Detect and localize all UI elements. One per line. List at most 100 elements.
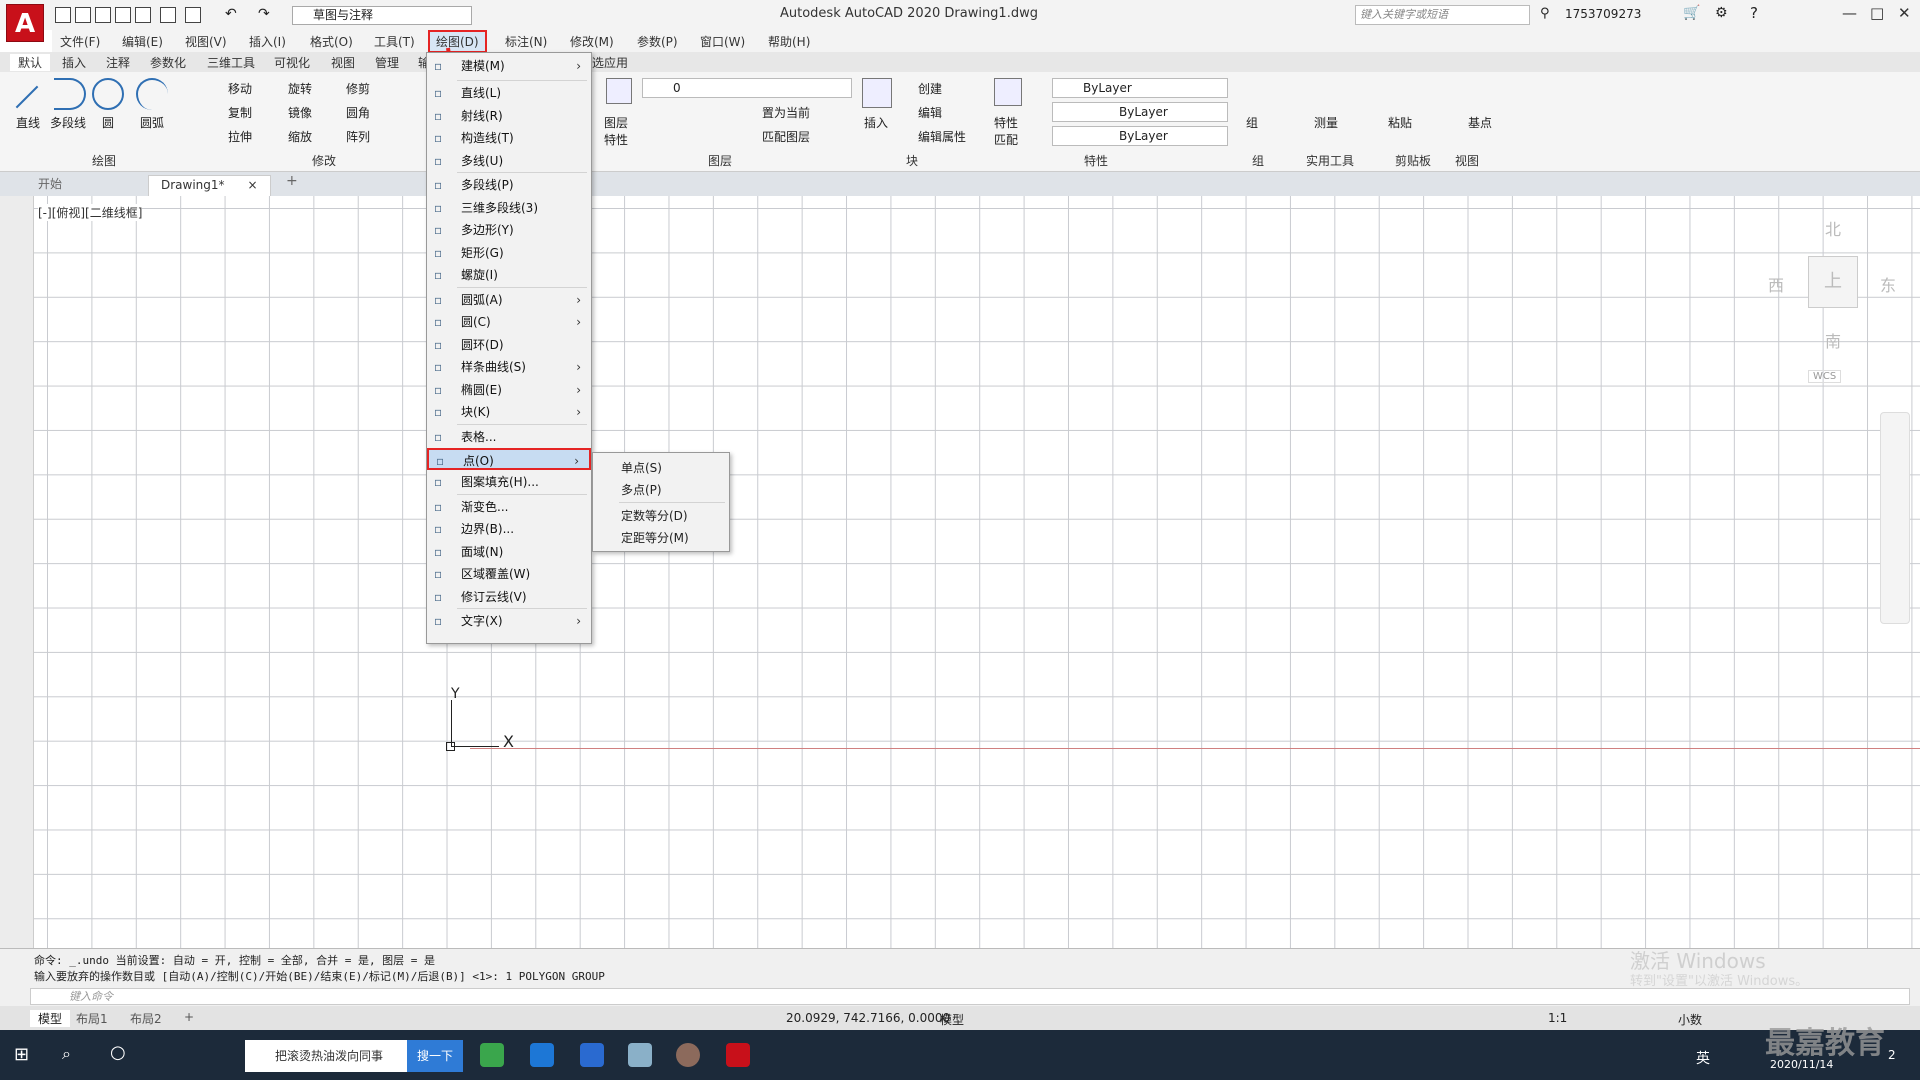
draw-menu-item-10[interactable]: ▫ 圆弧(A) › [427,289,591,311]
close-tab-icon[interactable]: × [247,178,257,192]
draw-menu-item-14[interactable]: ▫ 椭圆(E) › [427,379,591,401]
menu-help[interactable]: 帮助(H) [768,33,810,50]
modify-panel-title[interactable]: 修改 [312,152,336,169]
tab-annotate[interactable]: 注释 [106,54,130,71]
insert-block-label[interactable]: 插入 [864,114,888,131]
draw-menu-item-24[interactable]: ▫ 文字(X) › [427,610,591,632]
circle-icon[interactable] [92,78,124,110]
point-submenu-item-1[interactable]: 多点(P) [593,479,729,501]
viewcube-east[interactable]: 东 [1880,272,1896,296]
draw-menu-item-point[interactable]: ▫ 点(O) › [427,448,591,470]
draw-menu-item-12[interactable]: ▫ 圆环(D) [427,334,591,356]
minimize-icon[interactable]: — [1842,4,1857,22]
group-label[interactable]: 组 [1246,114,1258,131]
navigation-bar[interactable] [1880,412,1910,624]
view-panel-title[interactable]: 视图 [1455,152,1479,169]
open-file-icon[interactable] [75,7,91,23]
menu-window[interactable]: 窗口(W) [700,33,745,50]
maximize-icon[interactable]: □ [1870,4,1884,22]
insert-block-icon[interactable] [862,78,892,108]
draw-menu-item-23[interactable]: ▫ 修订云线(V) [427,586,591,608]
point-submenu-item-3[interactable]: 定距等分(M) [593,527,729,549]
draw-menu-item-5[interactable]: ▫ 多段线(P) [427,174,591,196]
import-icon[interactable] [160,7,176,23]
share-icon[interactable]: ⚙ [1715,5,1728,21]
edit-block-button[interactable]: 编辑 [918,104,942,121]
redo-icon[interactable]: ↷ [258,6,270,22]
units-selector[interactable]: 小数 [1678,1011,1702,1028]
save-icon[interactable] [95,7,111,23]
group-panel-title[interactable]: 组 [1252,152,1264,169]
rotate-button[interactable]: 旋转 [288,80,312,97]
point-submenu-item-0[interactable]: 单点(S) [593,457,729,479]
media-icon[interactable] [676,1043,700,1067]
tab-default[interactable]: 默认 [10,54,51,71]
menu-edit[interactable]: 编辑(E) [122,33,163,50]
draw-menu-item-2[interactable]: ▫ 射线(R) [427,105,591,127]
notepad-icon[interactable] [628,1043,652,1067]
draw-arc-label[interactable]: 圆弧 [140,114,164,131]
linetype-dropdown[interactable]: ByLayer [1052,102,1228,122]
wcs-menu[interactable]: WCS [1808,370,1842,383]
draw-polyline-label[interactable]: 多段线 [50,114,86,131]
basepoint-label[interactable]: 基点 [1468,114,1492,131]
cortana-icon[interactable]: ○ [110,1042,126,1063]
add-layout-button[interactable]: + [184,1010,194,1024]
color-dropdown[interactable]: ByLayer [1052,78,1228,98]
app-360-icon[interactable] [480,1043,504,1067]
draw-line-label[interactable]: 直线 [16,114,40,131]
point-submenu-item-2[interactable]: 定数等分(D) [593,505,729,527]
copy-button[interactable]: 复制 [228,104,252,121]
trim-button[interactable]: 修剪 [346,80,370,97]
clipboard-panel-title[interactable]: 剪贴板 [1395,152,1431,169]
fillet-button[interactable]: 圆角 [346,104,370,121]
scale-button[interactable]: 缩放 [288,128,312,145]
properties-panel-title[interactable]: 特性 [1084,152,1108,169]
block-panel-title[interactable]: 块 [906,152,918,169]
menu-modify[interactable]: 修改(M) [570,33,614,50]
utilities-panel-title[interactable]: 实用工具 [1306,152,1354,169]
draw-menu-item-22[interactable]: ▫ 区域覆盖(W) [427,563,591,585]
taskbar-search-field[interactable]: 把滚烫热油泼向同事 [245,1040,407,1072]
draw-panel-title[interactable]: 绘图 [92,152,116,169]
arc-icon[interactable] [136,78,168,110]
application-menu-button[interactable]: A [6,4,44,42]
draw-menu-item-21[interactable]: ▫ 面域(N) [427,541,591,563]
plot-icon[interactable] [185,7,201,23]
new-file-icon[interactable] [55,7,71,23]
menu-format[interactable]: 格式(O) [310,33,353,50]
match-properties-label[interactable]: 特性匹配 [994,114,1022,148]
writer-icon[interactable] [580,1043,604,1067]
tab-insert[interactable]: 插入 [62,54,86,71]
draw-menu-item-4[interactable]: ▫ 多线(U) [427,150,591,172]
close-icon[interactable]: ✕ [1898,4,1911,22]
command-input[interactable]: 键入命令 [30,988,1910,1005]
search-icon[interactable]: ⌕ [62,1044,71,1064]
user-account[interactable]: 1753709273 [1565,7,1641,21]
move-button[interactable]: 移动 [228,80,252,97]
menu-tools[interactable]: 工具(T) [374,33,415,50]
tab-view[interactable]: 视图 [331,54,355,71]
polyline-icon[interactable] [54,78,86,110]
help-search-input[interactable]: 键入关键字或短语 [1355,5,1530,25]
draw-menu-item-19[interactable]: ▫ 渐变色... [427,496,591,518]
layer-properties-icon[interactable] [606,78,632,104]
tab-start[interactable]: 开始 [38,175,62,192]
tab-layout1[interactable]: 布局1 [76,1010,108,1027]
tab-layout2[interactable]: 布局2 [130,1010,162,1027]
tab-model[interactable]: 模型 [30,1010,71,1027]
viewcube[interactable]: 上 [1808,256,1858,308]
cart-icon[interactable]: 🛒 [1683,5,1700,21]
draw-menu-item-16[interactable]: ▫ 表格... [427,426,591,448]
web-mobile-icon[interactable] [135,7,151,23]
draw-menu-item-6[interactable]: ▫ 三维多段线(3) [427,197,591,219]
stretch-button[interactable]: 拉伸 [228,128,252,145]
menu-file[interactable]: 文件(F) [60,33,100,50]
tab-parametric[interactable]: 参数化 [150,54,186,71]
edit-attributes-button[interactable]: 编辑属性 [918,128,966,145]
undo-icon[interactable]: ↶ [225,6,237,22]
menu-insert[interactable]: 插入(I) [249,33,286,50]
make-current-button[interactable]: 置为当前 [762,104,810,121]
mirror-button[interactable]: 镜像 [288,104,312,121]
model-space-toggle[interactable]: 模型 [940,1011,964,1028]
